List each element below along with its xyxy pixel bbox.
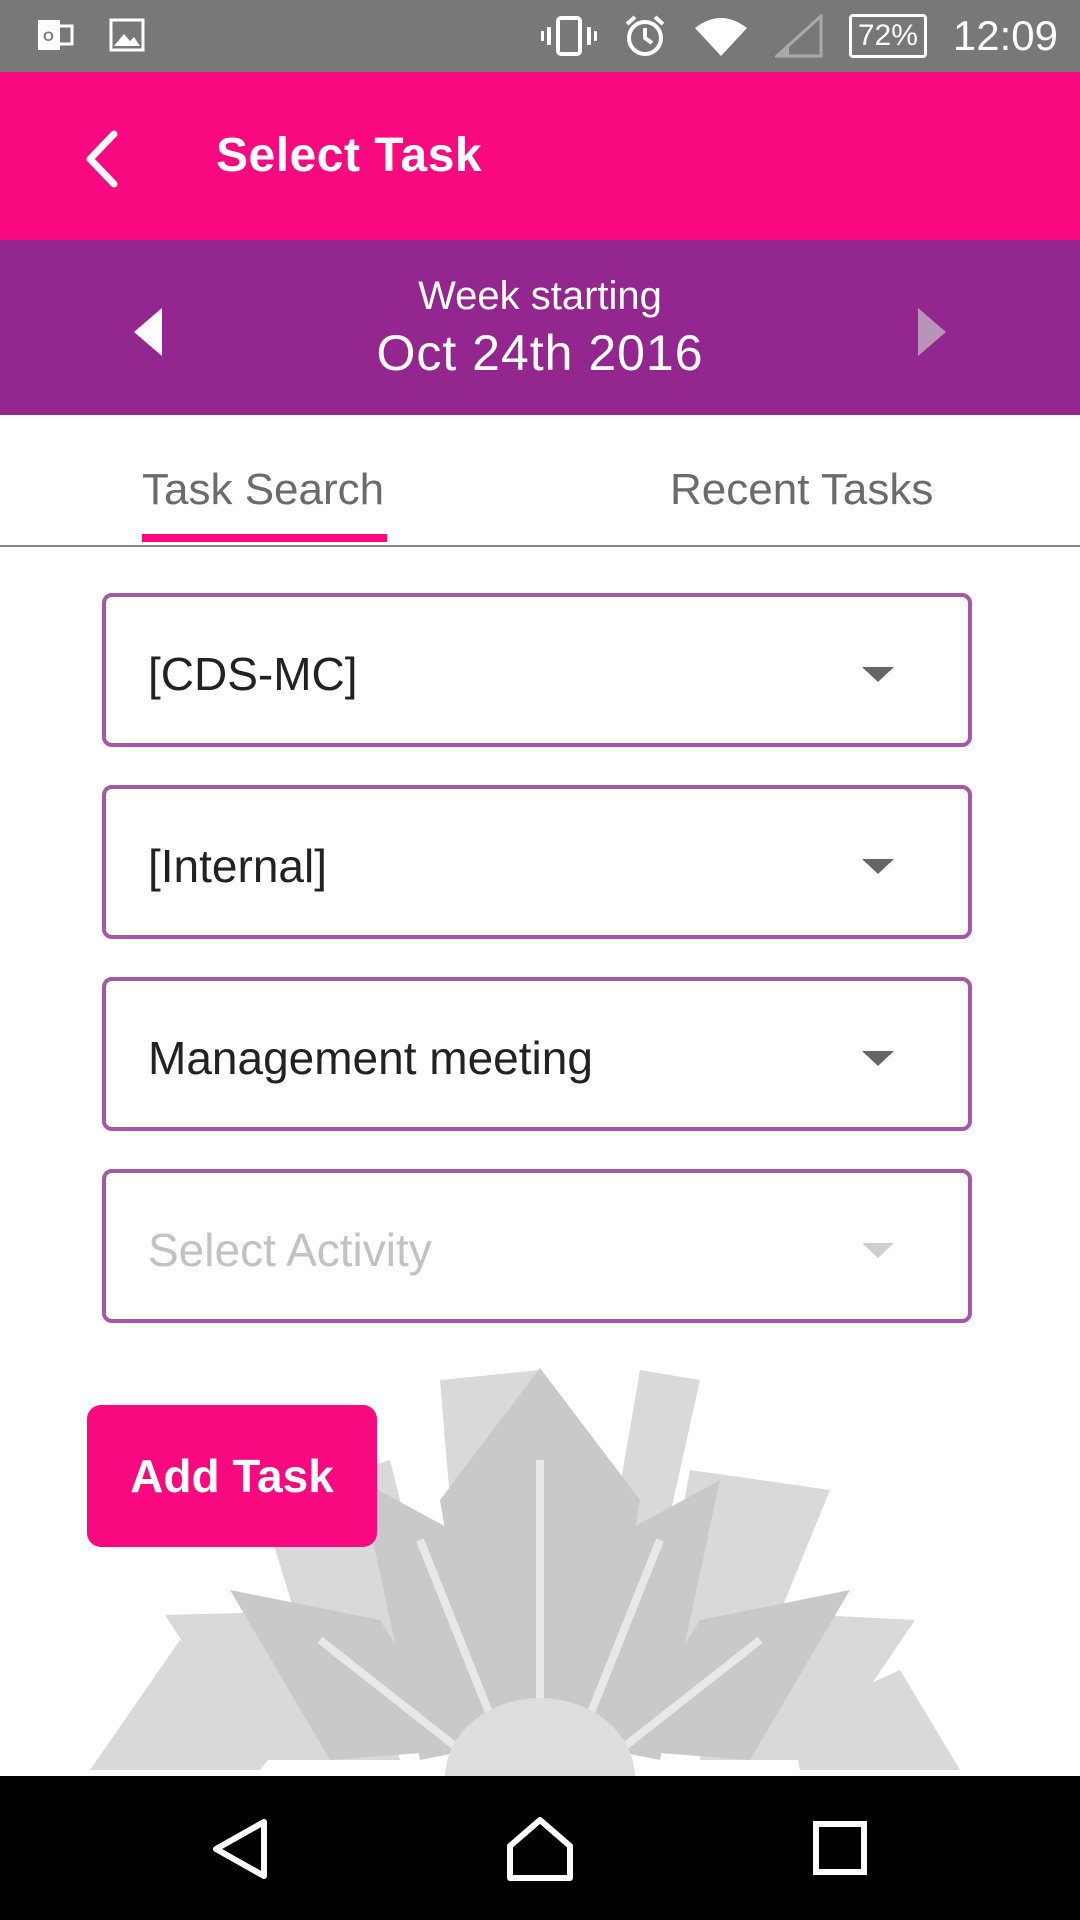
page-title: Select Task — [216, 129, 483, 182]
activity-select[interactable]: Select Activity — [102, 1169, 972, 1323]
project-select-value: [Internal] — [148, 840, 327, 892]
client-select-value: [CDS-MC] — [148, 648, 358, 700]
signal-icon — [774, 14, 823, 58]
task-select[interactable]: Management meeting — [102, 977, 972, 1131]
battery-indicator: 72% — [848, 14, 927, 58]
alarm-icon — [625, 15, 665, 56]
chevron-down-icon — [862, 1243, 894, 1258]
active-tab-indicator — [142, 534, 387, 542]
chevron-left-icon[interactable] — [70, 124, 140, 194]
app-bar: Select Task — [0, 72, 1080, 240]
image-icon — [109, 18, 145, 52]
outlook-icon: O — [38, 20, 74, 50]
task-select-value: Management meeting — [148, 1032, 593, 1084]
tab-bar: Task Search Recent Tasks — [0, 415, 1080, 547]
chevron-down-icon — [862, 1051, 894, 1066]
client-select[interactable]: [CDS-MC] — [102, 593, 972, 747]
activity-select-placeholder: Select Activity — [148, 1224, 432, 1276]
add-task-button[interactable]: Add Task — [87, 1405, 377, 1547]
chevron-down-icon — [862, 859, 894, 874]
next-week-icon[interactable] — [900, 302, 960, 362]
tab-recent-tasks[interactable]: Recent Tasks — [670, 465, 933, 515]
vibrate-icon — [540, 16, 597, 56]
system-nav-bar — [0, 1776, 1080, 1920]
home-icon[interactable] — [500, 1814, 580, 1884]
recents-icon[interactable] — [800, 1814, 880, 1884]
project-select[interactable]: [Internal] — [102, 785, 972, 939]
tab-task-search[interactable]: Task Search — [142, 465, 384, 515]
svg-text:O: O — [43, 28, 54, 44]
week-selector: Week starting Oct 24th 2016 — [0, 240, 1080, 415]
status-bar: O 72% 12:09 — [0, 0, 1080, 72]
back-icon[interactable] — [200, 1814, 280, 1884]
wifi-icon — [694, 18, 747, 56]
chevron-down-icon — [862, 667, 894, 682]
clock: 12:09 — [952, 12, 1058, 59]
